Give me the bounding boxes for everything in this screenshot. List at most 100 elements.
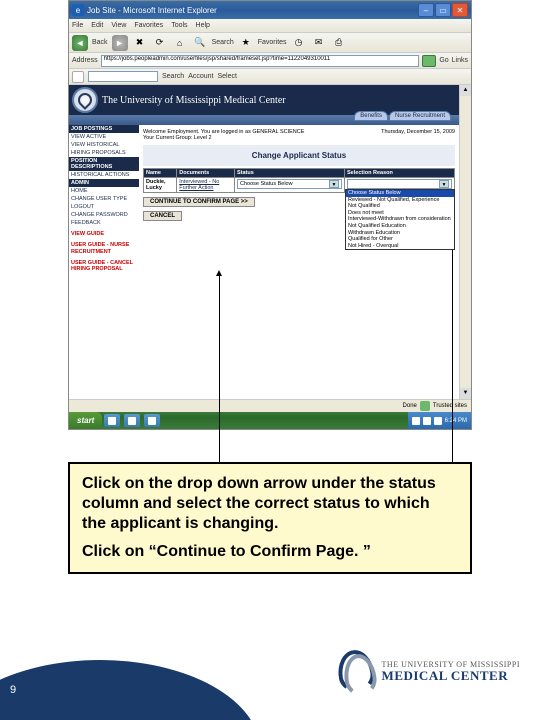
instruction-line-2: Click on “Continue to Confirm Page. ” xyxy=(82,542,458,562)
page-heading: Change Applicant Status xyxy=(143,145,455,166)
tray-icon[interactable] xyxy=(412,417,420,425)
gbar-select[interactable]: Select xyxy=(217,73,236,80)
close-button[interactable]: ✕ xyxy=(452,3,468,17)
chevron-down-icon[interactable]: ▼ xyxy=(329,180,339,188)
nav-view-guide[interactable]: VIEW GUIDE xyxy=(69,227,139,238)
clock: 6:24 PM xyxy=(445,418,467,424)
dropdown-option[interactable]: Withdrawn Education xyxy=(346,230,454,237)
annotation-arrow xyxy=(452,220,453,462)
nav-view-active[interactable]: VIEW ACTIVE xyxy=(69,133,139,141)
nav-change-password[interactable]: CHANGE PASSWORD xyxy=(69,211,139,219)
home-icon[interactable]: ⌂ xyxy=(172,35,188,51)
window-titlebar: e Job Site - Microsoft Internet Explorer… xyxy=(69,1,471,19)
instruction-line-1: Click on the drop down arrow under the s… xyxy=(82,474,458,534)
dropdown-option[interactable]: Qualified for Other xyxy=(346,236,454,243)
system-tray[interactable]: 6:24 PM xyxy=(408,412,471,429)
tab-benefits[interactable]: Benefits xyxy=(354,111,388,121)
mail-icon[interactable]: ✉ xyxy=(311,35,327,51)
menu-file[interactable]: File xyxy=(72,22,83,29)
dropdown-option[interactable]: Not Qualified Education xyxy=(346,223,454,230)
print-icon[interactable]: ⎙ xyxy=(331,35,347,51)
google-toolbar: Search Account Select xyxy=(69,69,471,85)
links-label[interactable]: Links xyxy=(452,57,468,64)
dropdown-option[interactable]: Not Hired - Overqual xyxy=(346,243,454,250)
status-dropdown[interactable]: Choose Status Below ▼ xyxy=(237,179,342,189)
menu-view[interactable]: View xyxy=(111,22,126,29)
start-button[interactable]: start xyxy=(69,412,102,429)
menu-edit[interactable]: Edit xyxy=(91,22,103,29)
status-bar: Done Trusted sites xyxy=(69,399,471,412)
vertical-scrollbar[interactable] xyxy=(459,85,471,399)
toolbar: ◄ Back ► ✖ ⟳ ⌂ 🔍 Search ★ Favorites ◷ ✉ … xyxy=(69,33,471,53)
taskbar-item[interactable] xyxy=(144,414,160,427)
dropdown-option[interactable]: Choose Status Below xyxy=(346,190,454,197)
tray-icon[interactable] xyxy=(434,417,442,425)
back-label: Back xyxy=(92,39,108,46)
gbar-search[interactable]: Search xyxy=(162,73,184,80)
annotation-arrow xyxy=(219,273,220,462)
forward-button[interactable]: ► xyxy=(112,35,128,51)
dropdown-option[interactable]: Does not meet xyxy=(346,210,454,217)
history-icon[interactable]: ◷ xyxy=(291,35,307,51)
taskbar-item[interactable] xyxy=(124,414,140,427)
menu-help[interactable]: Help xyxy=(196,22,210,29)
favorites-icon[interactable]: ★ xyxy=(238,35,254,51)
medical-center-mark xyxy=(338,650,374,692)
taskbar-item[interactable] xyxy=(104,414,120,427)
search-icon[interactable]: 🔍 xyxy=(192,35,208,51)
continue-button[interactable]: CONTINUE TO CONFIRM PAGE >> xyxy=(143,197,255,207)
window-title: Job Site - Microsoft Internet Explorer xyxy=(87,6,418,15)
stop-icon[interactable]: ✖ xyxy=(132,35,148,51)
chevron-down-icon[interactable]: ▼ xyxy=(439,180,449,188)
document-link[interactable]: Interviewed - No Further Action xyxy=(179,179,219,191)
tab-nurse-recruitment[interactable]: Nurse Recruitment xyxy=(389,111,451,121)
dropdown-option[interactable]: Not Qualified xyxy=(346,203,454,210)
reason-dropdown-list[interactable]: Choose Status Below Reviewed - Not Quali… xyxy=(345,189,455,250)
favorites-label: Favorites xyxy=(258,39,287,46)
nav-historical-actions[interactable]: HISTORICAL ACTIONS xyxy=(69,171,139,179)
screenshot-area: e Job Site - Microsoft Internet Explorer… xyxy=(68,0,472,430)
nav-user-guide-cancel[interactable]: USER GUIDE - CANCEL HIRING PROPOSAL xyxy=(69,256,139,273)
dropdown-option[interactable]: Reviewed - Not Qualified, Experience xyxy=(346,197,454,204)
nav-hiring-proposals[interactable]: HIRING PROPOSALS xyxy=(69,149,139,157)
footer-curve xyxy=(0,650,260,720)
page-viewport: The University of Mississippi Medical Ce… xyxy=(69,85,459,399)
org-line-2: MEDICAL CENTER xyxy=(382,669,520,682)
menu-tools[interactable]: Tools xyxy=(171,22,187,29)
nav-header-job-postings: JOB POSTINGS xyxy=(69,125,139,133)
nav-home[interactable]: HOME xyxy=(69,187,139,195)
site-title: The University of Mississippi Medical Ce… xyxy=(102,95,286,106)
minimize-button[interactable]: – xyxy=(418,3,434,17)
nav-feedback[interactable]: FEEDBACK xyxy=(69,219,139,227)
menu-bar: File Edit View Favorites Tools Help xyxy=(69,19,471,33)
applicant-name: Duckie, Lucky xyxy=(144,178,177,193)
go-button[interactable] xyxy=(422,55,436,67)
google-icon[interactable] xyxy=(72,71,84,83)
nav-logout[interactable]: LOGOUT xyxy=(69,203,139,211)
reason-dropdown[interactable]: ▼ xyxy=(347,179,452,189)
left-navigation: JOB POSTINGS VIEW ACTIVE VIEW HISTORICAL… xyxy=(69,125,139,399)
nav-change-user-type[interactable]: CHANGE USER TYPE xyxy=(69,195,139,203)
cancel-button[interactable]: CANCEL xyxy=(143,211,182,221)
menu-favorites[interactable]: Favorites xyxy=(134,22,163,29)
dropdown-option[interactable]: Interviewed-Withdrawn from consideration xyxy=(346,216,454,223)
taskbar: start 6:24 PM xyxy=(69,412,471,429)
nav-header-admin: ADMIN xyxy=(69,179,139,187)
col-name: Name xyxy=(144,169,177,178)
arrow-head-icon xyxy=(216,270,222,276)
search-label: Search xyxy=(212,39,234,46)
col-status: Status xyxy=(235,169,345,178)
back-button[interactable]: ◄ xyxy=(72,35,88,51)
col-documents: Documents xyxy=(177,169,235,178)
applicant-table: Name Documents Status Selection Reason D… xyxy=(143,168,455,193)
gbar-account[interactable]: Account xyxy=(188,73,213,80)
address-label: Address xyxy=(72,57,98,64)
nav-user-guide-nurse[interactable]: USER GUIDE - NURSE RECRUITMENT xyxy=(69,238,139,255)
google-search-input[interactable] xyxy=(88,71,158,82)
nav-view-historical[interactable]: VIEW HISTORICAL xyxy=(69,141,139,149)
instruction-box: Click on the drop down arrow under the s… xyxy=(68,462,472,574)
refresh-icon[interactable]: ⟳ xyxy=(152,35,168,51)
maximize-button[interactable]: ▭ xyxy=(435,3,451,17)
tray-icon[interactable] xyxy=(423,417,431,425)
url-field[interactable]: https://jobs.peopleadmin.com/userfiles/j… xyxy=(101,55,420,67)
